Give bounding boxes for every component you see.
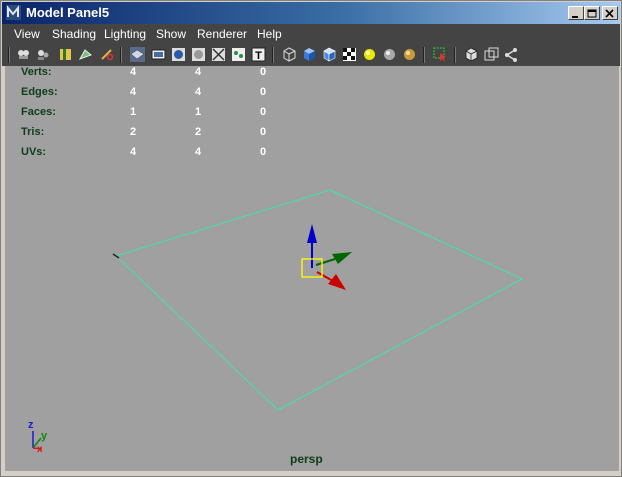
menu-bar: View Shading Lighting Show Renderer Help <box>2 24 620 44</box>
menu-view[interactable]: View <box>14 27 40 41</box>
manip-z-arrow[interactable] <box>307 224 317 243</box>
grid-icon[interactable] <box>130 47 145 62</box>
menu-show[interactable]: Show <box>156 27 186 41</box>
safe-title-icon[interactable]: T <box>251 47 266 62</box>
manip-y-axis[interactable] <box>315 258 336 266</box>
camera-name-label: persp <box>290 452 323 466</box>
model-panel-window: Model Panel5 View Shading Lighting Show … <box>0 0 622 477</box>
viewport-3d[interactable]: Verts: 4 4 0 Edges: 4 4 0 Faces: 1 1 0 T… <box>5 66 619 471</box>
scene-canvas: z y x <box>28 189 524 455</box>
film-gate-icon[interactable] <box>151 47 166 62</box>
menu-help[interactable]: Help <box>257 27 282 41</box>
smooth-shade-icon[interactable] <box>302 47 317 62</box>
resolution-gate-icon[interactable] <box>171 47 186 62</box>
close-icon <box>605 9 614 18</box>
toolbar-separator <box>120 47 122 63</box>
move-manipulator[interactable] <box>301 224 352 290</box>
toolbar-separator <box>454 47 456 63</box>
window-title: Model Panel5 <box>26 5 110 20</box>
textured-icon[interactable] <box>342 47 357 62</box>
camera-attributes-icon[interactable] <box>16 47 31 62</box>
xray-icon[interactable] <box>464 47 479 62</box>
minimize-button[interactable] <box>568 6 584 20</box>
shadows-icon[interactable] <box>382 47 397 62</box>
pivot-marker <box>112 253 120 259</box>
xray-joints-icon[interactable] <box>504 47 519 62</box>
plane-wireframe[interactable] <box>115 189 524 411</box>
close-button[interactable] <box>602 6 618 20</box>
axis-gizmo: z y x <box>28 419 48 455</box>
image-plane-icon[interactable] <box>58 47 73 62</box>
grease-pencil-icon[interactable] <box>99 47 114 62</box>
screen-space-ao-icon[interactable] <box>402 47 417 62</box>
use-all-lights-icon[interactable] <box>362 47 377 62</box>
manip-x-arrow[interactable] <box>328 274 346 290</box>
title-bar[interactable]: Model Panel5 <box>2 2 620 24</box>
toolbar-separator <box>8 47 10 63</box>
maximize-button[interactable] <box>584 6 600 20</box>
axis-label-y: y <box>41 430 48 442</box>
axis-label-z: z <box>28 419 34 431</box>
toolbar-separator <box>423 47 425 63</box>
gate-mask-icon[interactable] <box>191 47 206 62</box>
camera-bookmark-icon[interactable] <box>36 47 51 62</box>
field-chart-icon[interactable] <box>211 47 226 62</box>
svg-text:T: T <box>255 50 262 62</box>
maya-app-icon <box>6 5 21 20</box>
wireframe-icon[interactable] <box>282 47 297 62</box>
menu-shading[interactable]: Shading <box>52 27 96 41</box>
wireframe-on-shaded-icon[interactable] <box>322 47 337 62</box>
menu-renderer[interactable]: Renderer <box>197 27 247 41</box>
maximize-icon <box>587 9 597 18</box>
menu-lighting[interactable]: Lighting <box>104 27 146 41</box>
isolate-select-icon[interactable] <box>433 47 448 62</box>
panel-toolbar: T <box>2 44 620 66</box>
safe-action-icon[interactable] <box>231 47 246 62</box>
xray-active-components-icon[interactable] <box>484 47 499 62</box>
manip-y-arrow[interactable] <box>332 252 352 264</box>
minimize-icon <box>572 16 578 18</box>
axis-label-x: x <box>37 444 43 455</box>
two-d-pan-zoom-icon[interactable] <box>78 47 93 62</box>
toolbar-separator <box>272 47 274 63</box>
